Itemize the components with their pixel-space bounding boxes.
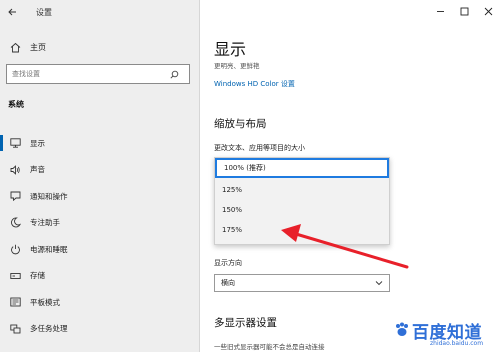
paw-logo-icon [396, 322, 408, 336]
annotation-arrow [281, 224, 409, 269]
baidu-zhidao-watermark: 百度知道 zhidao.baidu.com [392, 316, 500, 352]
watermark-url: zhidao.baidu.com [430, 340, 484, 347]
